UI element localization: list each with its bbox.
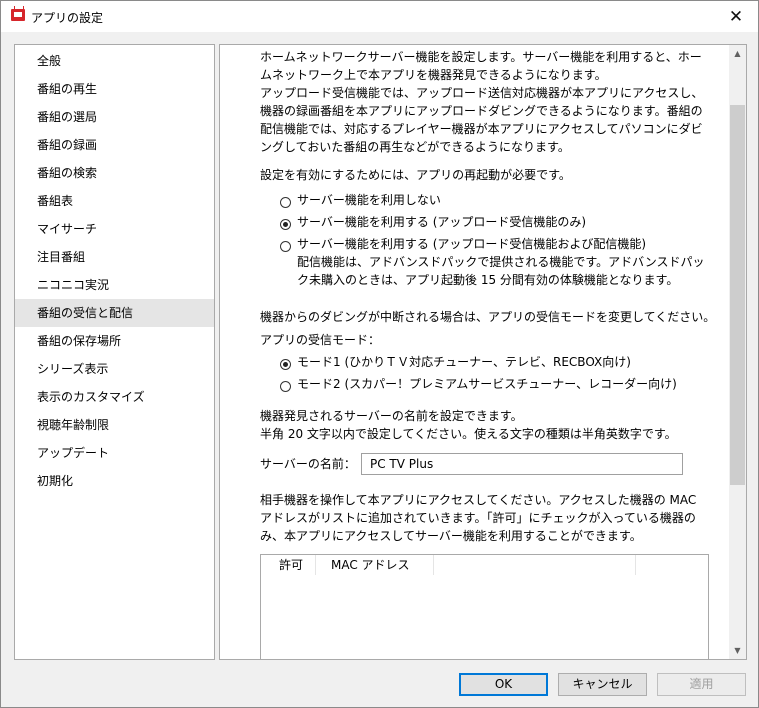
radio-server-off-label[interactable]: サーバー機能を利用しない xyxy=(297,191,441,209)
radio-server-upload-only[interactable] xyxy=(280,219,291,230)
column-header-allow[interactable]: 許可 xyxy=(279,555,303,575)
close-button[interactable]: ✕ xyxy=(714,1,758,32)
name-note-line-2: 半角 20 文字以内で設定してください。使える文字の種類は半角英数字です。 xyxy=(260,427,677,441)
mac-address-list[interactable]: 許可 MAC アドレス xyxy=(260,554,709,659)
intro-line-4: 機器の録画番組を本アプリにアップロードダビングできるようになります。番組の xyxy=(260,104,703,118)
sidebar-item-storage[interactable]: 番組の保存場所 xyxy=(15,327,214,355)
intro-line-1: ホームネットワークサーバー機能を設定します。サーバー機能を利用すると、ホー xyxy=(260,50,702,64)
radio-server-upload-deliver[interactable] xyxy=(280,241,291,252)
window-title: アプリの設定 xyxy=(31,11,104,25)
mac-note-line-3: み、本アプリにアクセスしてサーバー機能を利用することができます。 xyxy=(260,529,642,543)
radio-mode-1[interactable] xyxy=(280,359,291,370)
column-divider[interactable] xyxy=(635,555,636,575)
sidebar-item-niconico[interactable]: ニコニコ実況 xyxy=(15,271,214,299)
name-note-line-1: 機器発見されるサーバーの名前を設定できます。 xyxy=(260,409,523,423)
intro-line-2: ムネットワーク上で本アプリを機器発見できるようになります。 xyxy=(260,68,607,82)
intro-line-3: アップロード受信機能では、アップロード送信対応機器が本アプリにアクセスし、 xyxy=(260,86,704,100)
sidebar-item-age-limit[interactable]: 視聴年齢制限 xyxy=(15,411,214,439)
sidebar-item-update[interactable]: アップデート xyxy=(15,439,214,467)
radio-server-upload-only-label[interactable]: サーバー機能を利用する (アップロード受信機能のみ) xyxy=(297,213,586,231)
scroll-thumb[interactable] xyxy=(730,105,745,485)
server-name-input[interactable]: PC TV Plus xyxy=(361,453,683,475)
delivery-note-line-1: 配信機能は、アドバンスドパックで提供される機能です。アドバンスドパッ xyxy=(297,255,705,269)
intro-line-6: ングしておいた番組の再生などができるようになります。 xyxy=(260,140,570,154)
column-divider[interactable] xyxy=(315,555,316,575)
sidebar-item-customize[interactable]: 表示のカスタマイズ xyxy=(15,383,214,411)
sidebar-item-featured[interactable]: 注目番組 xyxy=(15,243,214,271)
scroll-up-arrow-icon[interactable]: ▲ xyxy=(729,45,746,62)
cancel-button[interactable]: キャンセル xyxy=(558,673,647,696)
content-scrollbar[interactable]: ▲ ▼ xyxy=(729,45,746,659)
radio-mode-2-label[interactable]: モード2 (スカパー！プレミアムサービスチューナー、レコーダー向け) xyxy=(297,375,677,393)
restart-note: 設定を有効にするためには、アプリの再起動が必要です。 xyxy=(260,168,571,182)
sidebar-item-series[interactable]: シリーズ表示 xyxy=(15,355,214,383)
scroll-down-arrow-icon[interactable]: ▼ xyxy=(729,642,746,659)
sidebar-item-channel-select[interactable]: 番組の選局 xyxy=(15,103,214,131)
receive-mode-label: アプリの受信モード： xyxy=(260,333,381,347)
settings-category-list: 全般 番組の再生 番組の選局 番組の録画 番組の検索 番組表 マイサーチ 注目番… xyxy=(14,44,215,660)
server-name-label: サーバーの名前： xyxy=(260,457,356,471)
sidebar-item-general[interactable]: 全般 xyxy=(15,47,214,75)
intro-line-5: 配信機能では、対応するプレイヤー機器が本アプリにアクセスしてパソコンにダビ xyxy=(260,122,703,136)
delivery-note-line-2: ク未購入のときは、アプリ起動後 15 分間有効の体験機能となります。 xyxy=(297,273,679,287)
radio-mode-2[interactable] xyxy=(280,381,291,392)
ok-button[interactable]: OK xyxy=(459,673,548,696)
mac-note-line-2: アドレスがリストに追加されていきます。「許可」にチェックが入っている機器の xyxy=(260,511,696,525)
sidebar-item-playback[interactable]: 番組の再生 xyxy=(15,75,214,103)
sidebar-item-search[interactable]: 番組の検索 xyxy=(15,159,214,187)
column-header-mac[interactable]: MAC アドレス xyxy=(331,555,410,575)
sidebar-item-receive-deliver[interactable]: 番組の受信と配信 xyxy=(15,299,214,327)
sidebar-item-my-search[interactable]: マイサーチ xyxy=(15,215,214,243)
radio-server-upload-deliver-label[interactable]: サーバー機能を利用する (アップロード受信機能および配信機能) xyxy=(297,235,646,253)
settings-window: アプリの設定 ✕ 全般 番組の再生 番組の選局 番組の録画 番組の検索 番組表 … xyxy=(0,0,759,708)
dubbing-note: 機器からのダビングが中断される場合は、アプリの受信モードを変更してください。 xyxy=(260,310,716,324)
column-divider[interactable] xyxy=(433,555,434,575)
title-bar: アプリの設定 ✕ xyxy=(1,1,758,32)
radio-mode-1-label[interactable]: モード1 (ひかりＴＶ対応チューナー、テレビ、RECBOX向け) xyxy=(297,353,631,371)
sidebar-item-reset[interactable]: 初期化 xyxy=(15,467,214,495)
radio-server-off[interactable] xyxy=(280,197,291,208)
sidebar-item-program-guide[interactable]: 番組表 xyxy=(15,187,214,215)
settings-content-panel: ホームネットワークサーバー機能を設定します。サーバー機能を利用すると、ホー ムネ… xyxy=(219,44,747,660)
app-tv-icon xyxy=(11,9,25,21)
apply-button[interactable]: 適用 xyxy=(657,673,746,696)
sidebar-item-recording[interactable]: 番組の録画 xyxy=(15,131,214,159)
mac-note-line-1: 相手機器を操作して本アプリにアクセスしてください。アクセスした機器の MAC xyxy=(260,493,697,507)
